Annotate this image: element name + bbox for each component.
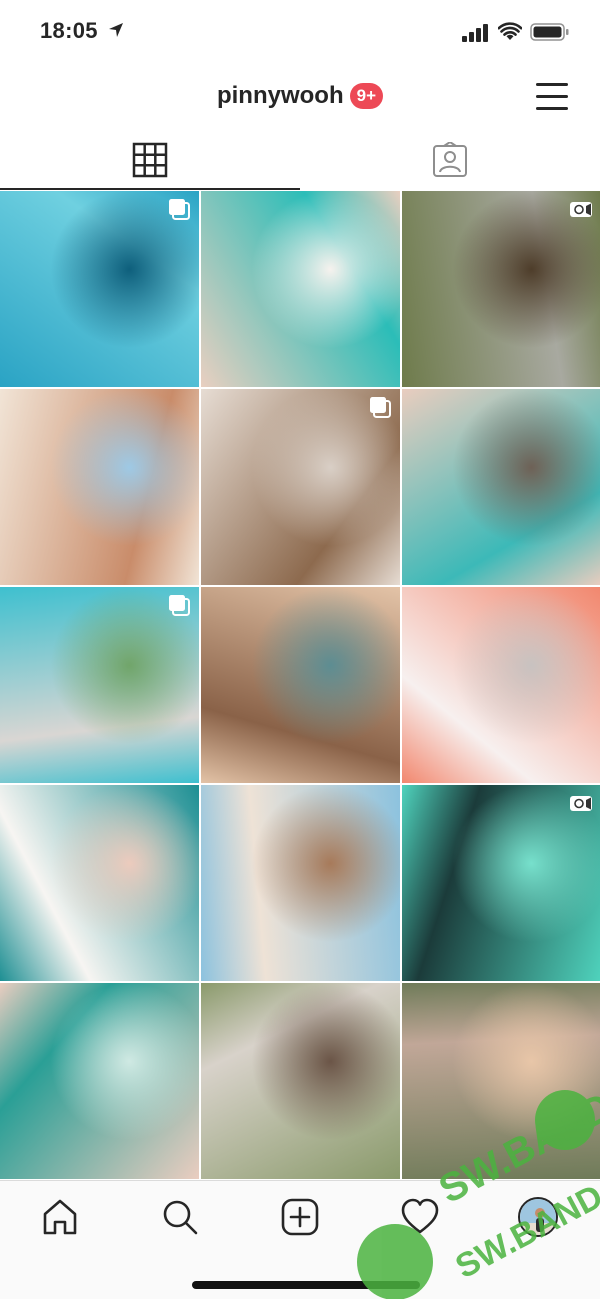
- username-row[interactable]: pinnywooh 9+: [0, 82, 600, 110]
- status-bar: 18:05: [0, 0, 600, 64]
- tagged-person-icon: [433, 142, 467, 177]
- post-thumbnail[interactable]: [201, 983, 400, 1179]
- post-thumbnail[interactable]: [402, 983, 600, 1179]
- post-thumbnail[interactable]: [201, 587, 400, 783]
- carousel-icon: [370, 397, 391, 418]
- location-arrow-icon: [109, 23, 123, 37]
- heart-icon[interactable]: [400, 1197, 440, 1237]
- carousel-icon: [169, 199, 190, 220]
- battery-icon: [530, 23, 569, 41]
- notification-badge: 9+: [349, 83, 384, 109]
- post-thumbnail[interactable]: [0, 983, 199, 1179]
- video-icon: [570, 202, 592, 217]
- cellular-signal-icon: [462, 24, 488, 42]
- post-grid: [0, 191, 600, 1179]
- carousel-icon: [169, 595, 190, 616]
- post-thumbnail[interactable]: [402, 785, 600, 981]
- home-icon[interactable]: [40, 1197, 80, 1237]
- search-icon[interactable]: [160, 1197, 200, 1237]
- tab-tagged[interactable]: [300, 130, 600, 190]
- avatar-image: [520, 1199, 556, 1235]
- post-thumbnail[interactable]: [0, 587, 199, 783]
- wifi-icon: [498, 22, 522, 40]
- post-thumbnail[interactable]: [0, 389, 199, 585]
- plus-square-icon[interactable]: [280, 1197, 320, 1237]
- profile-header: pinnywooh 9+: [0, 64, 600, 130]
- status-time: 18:05: [40, 18, 98, 43]
- hamburger-menu-icon[interactable]: [534, 80, 570, 112]
- post-thumbnail[interactable]: [402, 191, 600, 387]
- post-thumbnail[interactable]: [402, 587, 600, 783]
- profile-avatar[interactable]: [518, 1197, 558, 1237]
- home-indicator: [192, 1281, 420, 1289]
- post-thumbnail[interactable]: [0, 785, 199, 981]
- post-thumbnail[interactable]: [402, 389, 600, 585]
- bottom-nav-bar: [0, 1180, 600, 1299]
- post-thumbnail[interactable]: [201, 785, 400, 981]
- post-thumbnail[interactable]: [0, 191, 199, 387]
- post-thumbnail[interactable]: [201, 389, 400, 585]
- post-thumbnail[interactable]: [201, 191, 400, 387]
- video-icon: [570, 796, 592, 811]
- grid-icon: [132, 142, 168, 178]
- profile-tabs: [0, 130, 600, 190]
- tab-posts-grid[interactable]: [0, 130, 300, 190]
- profile-username[interactable]: pinnywooh: [217, 82, 344, 109]
